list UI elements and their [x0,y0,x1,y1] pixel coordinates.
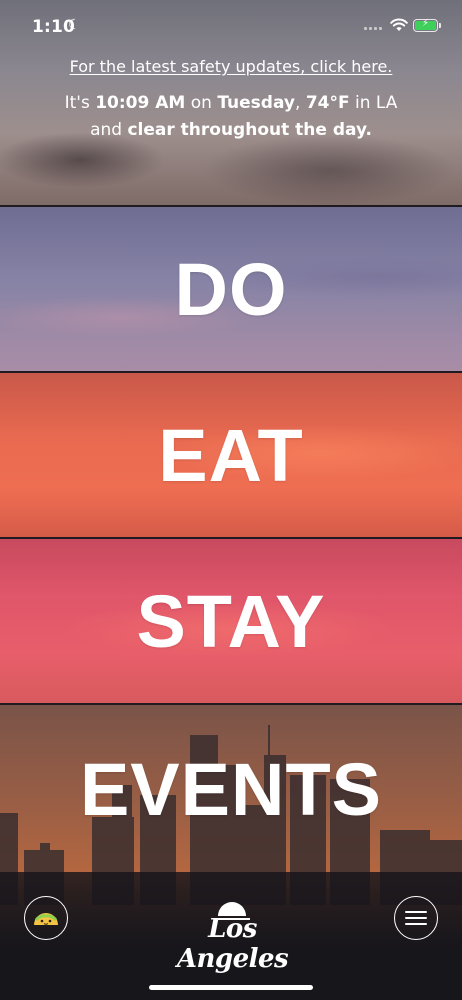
category-events-label: EVENTS [79,748,383,831]
taco-icon [34,913,58,925]
weather-prefix: It's [64,93,96,113]
weather-on: on [185,93,218,113]
weather-line-2: and clear throughout the day. [0,117,462,144]
weather-temperature: 74°F [305,93,350,113]
weather-and: and [90,120,128,140]
menu-button[interactable] [394,896,438,940]
weather-time: 10:09 AM [95,93,186,113]
category-stay-label: STAY [136,579,326,663]
header: 1:10 ☾ ⚡ For the latest safety updates, … [0,0,462,205]
hamburger-menu-icon [405,907,427,929]
category-do-label: DO [174,247,288,331]
weather-location: in LA [349,93,398,113]
weather-comma: , [295,93,306,113]
category-eat[interactable]: EAT [0,371,462,537]
moon-icon: ☾ [68,17,81,33]
weather-summary: It's 10:09 AM on Tuesday, 74°F in LA and… [0,90,462,144]
battery-cap [439,23,441,28]
wifi-icon [390,18,408,31]
cellular-signal-icon [364,27,382,30]
category-eat-label: EAT [158,413,304,497]
weather-condition: clear throughout the day. [127,120,372,140]
taco-button[interactable] [24,896,68,940]
category-stay[interactable]: STAY [0,537,462,703]
category-do[interactable]: DO [0,205,462,371]
weather-line-1: It's 10:09 AM on Tuesday, 74°F in LA [0,90,462,117]
status-bar: 1:10 ☾ ⚡ [0,0,462,52]
weather-day: Tuesday [217,93,295,113]
battery-charging-icon: ⚡ [413,18,438,32]
logo-text: Los Angeles [176,914,289,974]
home-indicator[interactable] [149,985,313,990]
los-angeles-logo[interactable]: Los Angeles [160,892,305,974]
safety-updates-link[interactable]: For the latest safety updates, click her… [0,57,462,76]
